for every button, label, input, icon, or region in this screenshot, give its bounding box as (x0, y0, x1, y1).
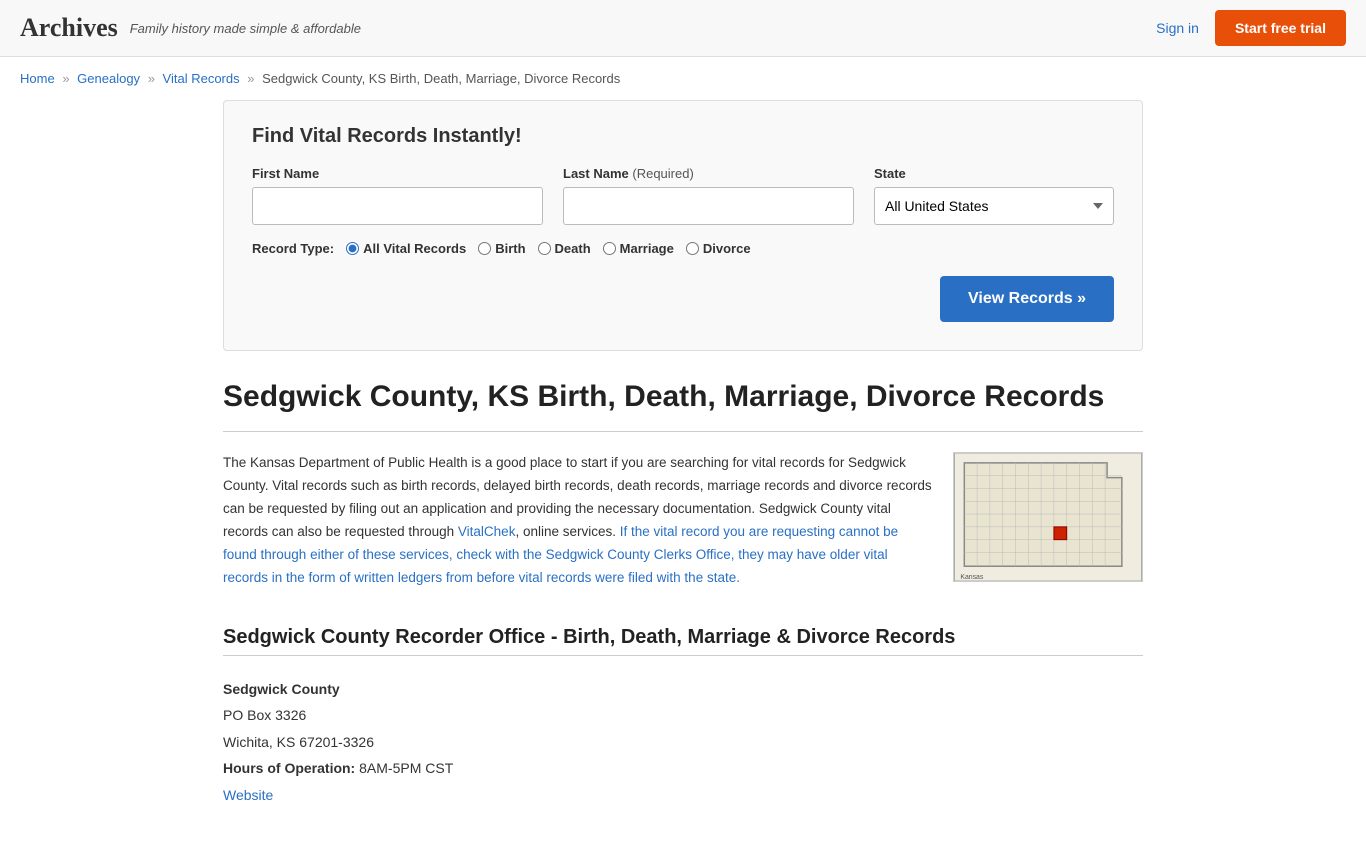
hours-value: 8AM-5PM CST (359, 760, 453, 776)
record-type-marriage-radio[interactable] (603, 242, 616, 255)
record-type-death-radio[interactable] (538, 242, 551, 255)
record-type-divorce-label: Divorce (703, 241, 751, 256)
recorder-title: Sedgwick County Recorder Office - Birth,… (223, 626, 1143, 649)
office-info: Sedgwick County PO Box 3326 Wichita, KS … (223, 676, 1143, 809)
breadcrumb-sep-1: » (62, 71, 69, 86)
header-right: Sign in Start free trial (1156, 10, 1346, 46)
body-paragraph: The Kansas Department of Public Health i… (223, 452, 933, 590)
first-name-input[interactable] (252, 187, 543, 225)
first-name-label: First Name (252, 166, 543, 181)
last-name-input[interactable] (563, 187, 854, 225)
recorder-section: Sedgwick County Recorder Office - Birth,… (223, 626, 1143, 809)
record-type-death[interactable]: Death (538, 241, 591, 256)
page-title: Sedgwick County, KS Birth, Death, Marria… (223, 379, 1143, 415)
hours-row: Hours of Operation: 8AM-5PM CST (223, 755, 1143, 782)
site-header: Archives Family history made simple & af… (0, 0, 1366, 57)
breadcrumb-current: Sedgwick County, KS Birth, Death, Marria… (262, 71, 620, 86)
record-type-all-radio[interactable] (346, 242, 359, 255)
site-tagline: Family history made simple & affordable (130, 21, 361, 36)
record-type-marriage[interactable]: Marriage (603, 241, 674, 256)
record-type-all[interactable]: All Vital Records (346, 241, 466, 256)
office-address2: Wichita, KS 67201-3326 (223, 729, 1143, 756)
record-type-birth-label: Birth (495, 241, 525, 256)
record-type-divorce[interactable]: Divorce (686, 241, 751, 256)
breadcrumb-sep-2: » (148, 71, 155, 86)
sign-in-link[interactable]: Sign in (1156, 20, 1199, 36)
content-section: The Kansas Department of Public Health i… (223, 452, 1143, 590)
header-left: Archives Family history made simple & af… (20, 13, 361, 43)
view-records-button[interactable]: View Records » (940, 276, 1114, 322)
state-group: State All United States Alabama Alaska A… (874, 166, 1114, 225)
content-body: The Kansas Department of Public Health i… (223, 452, 933, 590)
breadcrumb: Home » Genealogy » Vital Records » Sedgw… (0, 57, 1366, 100)
svg-text:Kansas: Kansas (960, 574, 983, 581)
hours-label: Hours of Operation: (223, 760, 355, 776)
breadcrumb-vital-records[interactable]: Vital Records (163, 71, 240, 86)
office-name: Sedgwick County (223, 681, 340, 697)
record-type-label: Record Type: (252, 241, 334, 256)
record-type-death-label: Death (555, 241, 591, 256)
record-type-birth[interactable]: Birth (478, 241, 525, 256)
search-form-row: First Name Last Name (Required) State Al… (252, 166, 1114, 225)
start-trial-button[interactable]: Start free trial (1215, 10, 1346, 46)
first-name-group: First Name (252, 166, 543, 225)
website-link[interactable]: Website (223, 787, 273, 803)
record-type-all-label: All Vital Records (363, 241, 466, 256)
record-type-row: Record Type: All Vital Records Birth Dea… (252, 241, 1114, 256)
state-select[interactable]: All United States Alabama Alaska Arizona… (874, 187, 1114, 225)
kansas-map: Kansas (953, 452, 1143, 582)
vital-record-link[interactable]: If the vital record you are requesting c… (223, 524, 898, 585)
main-content: Find Vital Records Instantly! First Name… (203, 100, 1163, 849)
breadcrumb-home[interactable]: Home (20, 71, 55, 86)
map-container: Kansas (953, 452, 1143, 590)
search-form-box: Find Vital Records Instantly! First Name… (223, 100, 1143, 351)
record-type-divorce-radio[interactable] (686, 242, 699, 255)
last-name-group: Last Name (Required) (563, 166, 854, 225)
office-address1: PO Box 3326 (223, 702, 1143, 729)
search-form-title: Find Vital Records Instantly! (252, 125, 1114, 148)
recorder-divider (223, 655, 1143, 656)
last-name-label: Last Name (Required) (563, 166, 854, 181)
record-type-marriage-label: Marriage (620, 241, 674, 256)
state-label: State (874, 166, 1114, 181)
site-logo: Archives (20, 13, 118, 43)
title-divider (223, 431, 1143, 432)
vitalchek-link[interactable]: VitalChek (458, 524, 516, 539)
breadcrumb-sep-3: » (247, 71, 254, 86)
record-type-birth-radio[interactable] (478, 242, 491, 255)
breadcrumb-genealogy[interactable]: Genealogy (77, 71, 140, 86)
form-actions: View Records » (252, 276, 1114, 322)
